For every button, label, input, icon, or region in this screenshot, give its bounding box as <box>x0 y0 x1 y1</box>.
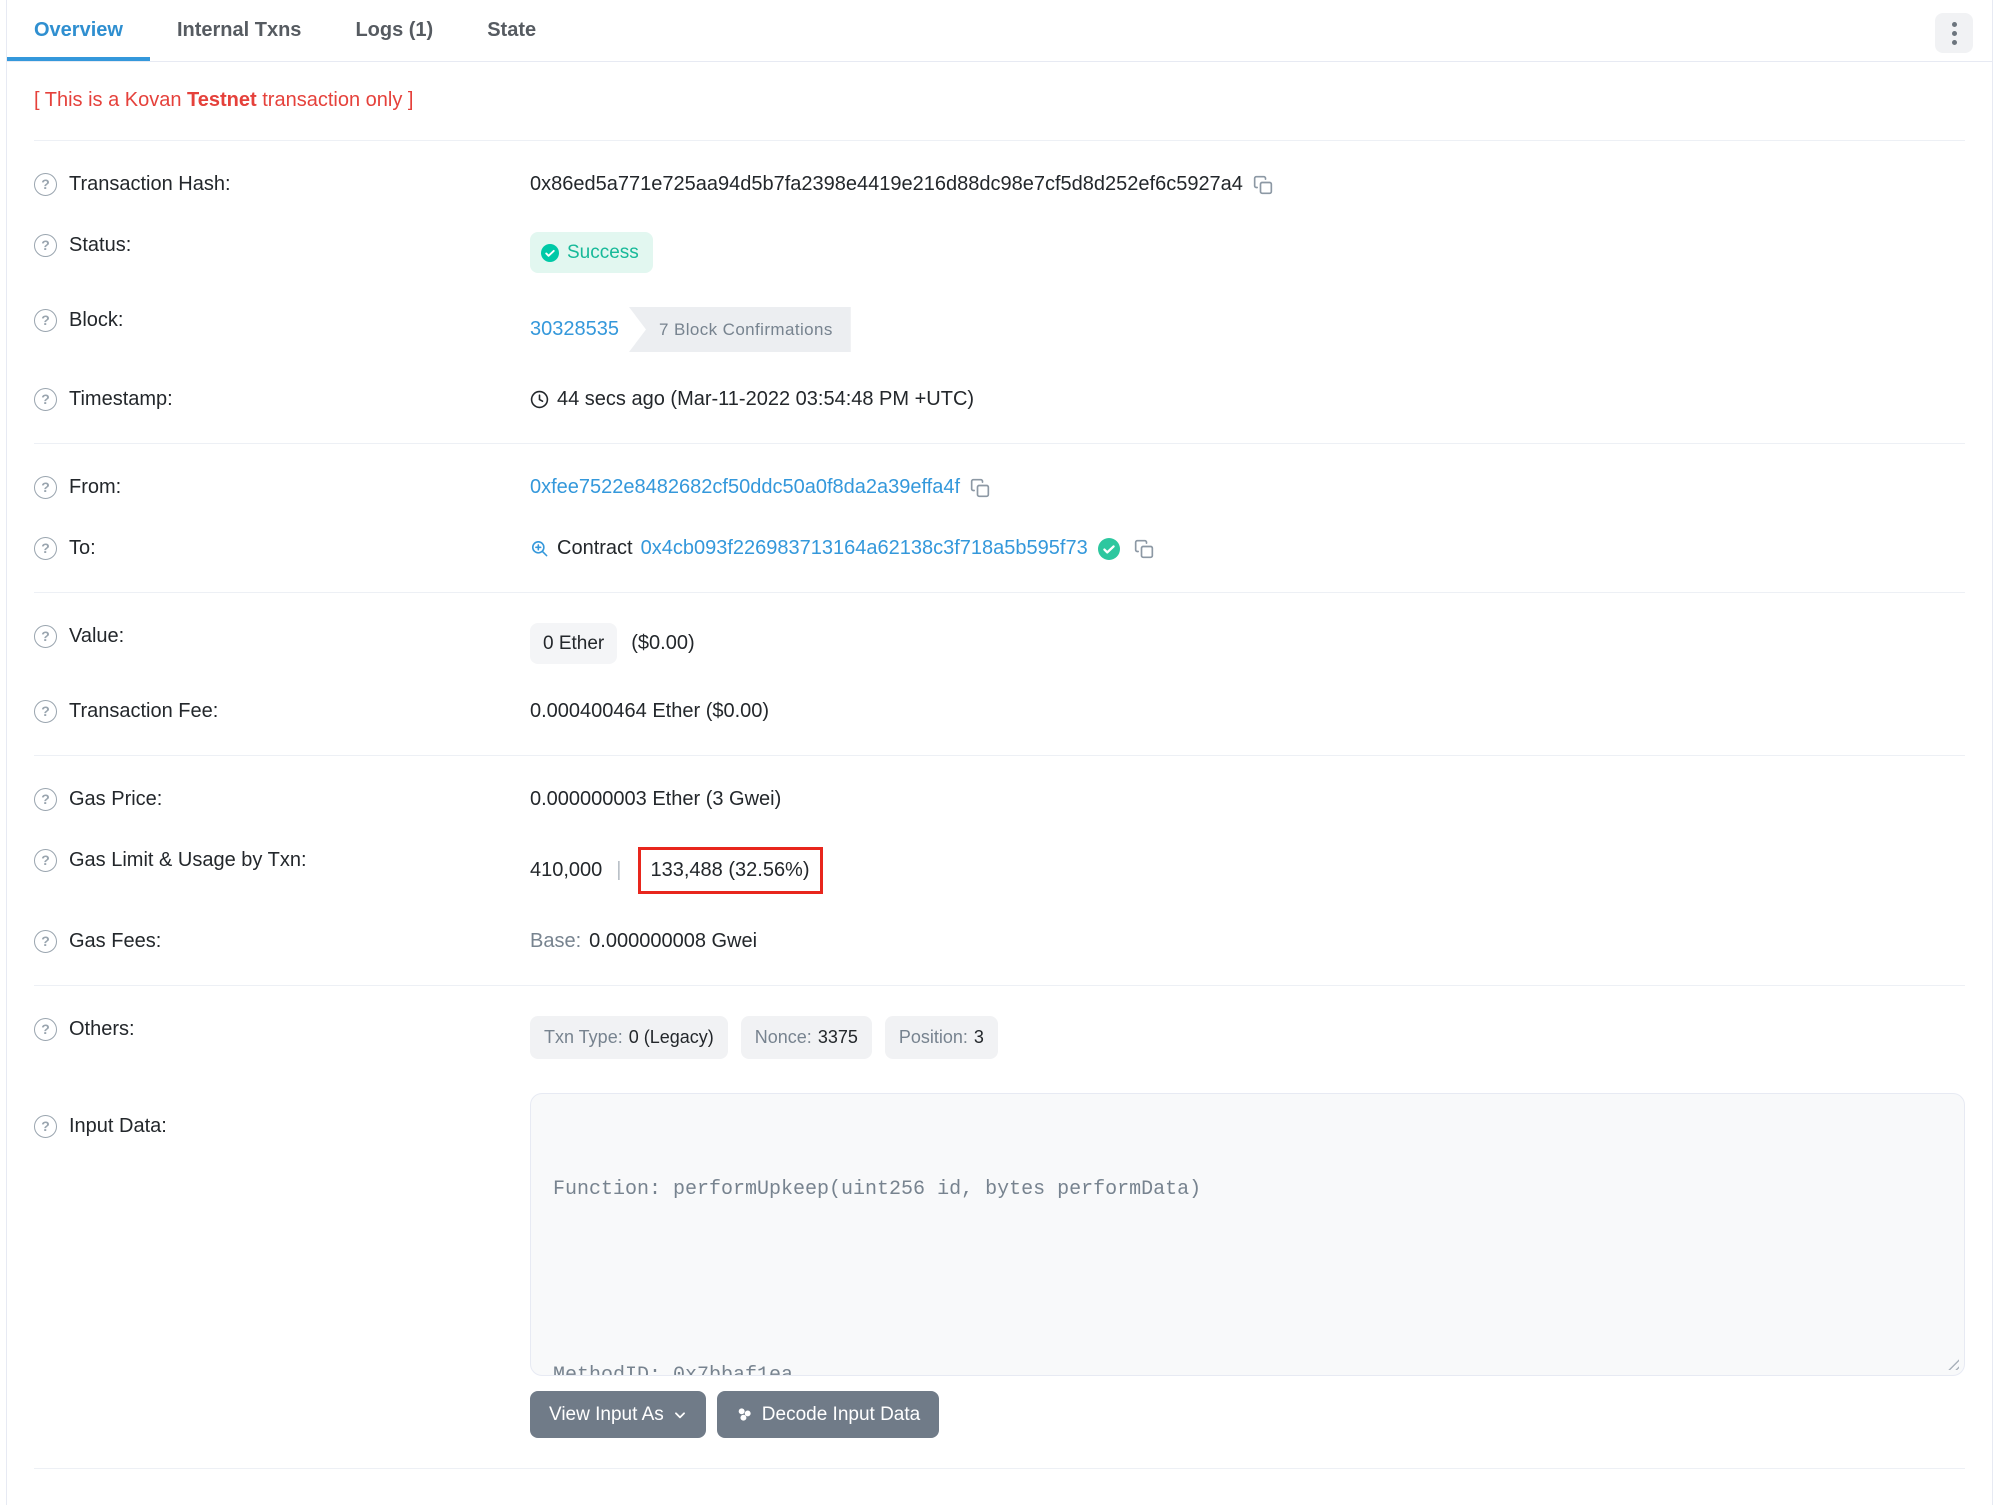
status-badge: Success <box>530 232 653 273</box>
copy-from-button[interactable] <box>970 478 990 498</box>
block-number-link[interactable]: 30328535 <box>530 316 619 343</box>
input-data-box[interactable]: Function: performUpkeep(uint256 id, byte… <box>530 1093 1965 1376</box>
row-gas-price: ? Gas Price: 0.000000003 Ether (3 Gwei) <box>34 769 1965 830</box>
tab-internal-txns[interactable]: Internal Txns <box>150 0 328 61</box>
gas-price-value: 0.000000003 Ether (3 Gwei) <box>530 788 782 810</box>
more-options-button[interactable] <box>1935 13 1973 53</box>
row-label-text: From: <box>69 476 122 498</box>
view-input-as-button[interactable]: View Input As <box>530 1391 706 1438</box>
row-label-text: Gas Limit & Usage by Txn: <box>69 849 307 871</box>
check-circle-icon <box>541 243 559 262</box>
chevron-down-icon <box>674 1411 685 1418</box>
tab-logs[interactable]: Logs (1) <box>328 0 460 61</box>
row-status: ? Status: Success <box>34 215 1965 290</box>
block-confirmations-badge: 7 Block Confirmations <box>628 307 851 352</box>
bottom-padding <box>7 1469 1992 1505</box>
from-address-link[interactable]: 0xfee7522e8482682cf50ddc50a0f8da2a39effa… <box>530 474 960 501</box>
help-icon[interactable]: ? <box>34 309 57 332</box>
timestamp-value: 44 secs ago (Mar-11-2022 03:54:48 PM +UT… <box>557 388 975 410</box>
row-label-text: Block: <box>69 309 124 331</box>
help-icon[interactable]: ? <box>34 173 57 196</box>
row-to: ? To: Contract 0x4cb093f226983713164a621… <box>34 518 1965 579</box>
copy-icon <box>1253 175 1273 194</box>
help-icon[interactable]: ? <box>34 476 57 499</box>
tab-bar: Overview Internal Txns Logs (1) State <box>7 0 1992 62</box>
section-gas: ? Gas Price: 0.000000003 Ether (3 Gwei) … <box>7 756 1992 985</box>
gas-usage-highlight-box: 133,488 (32.56%) <box>637 847 823 894</box>
section-value: ? Value: 0 Ether ($0.00) ? Transaction F… <box>7 593 1992 755</box>
kebab-vertical-icon <box>1951 21 1957 27</box>
row-label-text: Timestamp: <box>69 388 173 410</box>
input-methodid-line: MethodID: 0x7bbaf1ea <box>553 1364 794 1376</box>
zoom-in-icon[interactable] <box>530 539 549 558</box>
row-label-text: Input Data: <box>69 1115 167 1137</box>
transaction-detail-card: Overview Internal Txns Logs (1) State [ … <box>6 0 1993 1505</box>
row-gas-limit-usage: ? Gas Limit & Usage by Txn: 410,000 | 13… <box>34 830 1965 911</box>
usd-value: ($0.00) <box>631 632 695 654</box>
row-block: ? Block: 30328535 7 Block Confirmations <box>34 290 1965 369</box>
row-from: ? From: 0xfee7522e8482682cf50ddc50a0f8da… <box>34 457 1965 518</box>
copy-icon <box>1134 539 1153 558</box>
verified-check-icon <box>1097 537 1120 560</box>
transaction-hash-value: 0x86ed5a771e725aa94d5b7fa2398e4419e216d8… <box>530 173 1243 195</box>
row-label-text: Others: <box>69 1018 135 1040</box>
resize-grip[interactable] <box>1944 1355 1959 1370</box>
txn-type-badge: Txn Type: 0 (Legacy) <box>530 1016 728 1059</box>
gas-base-label: Base: <box>530 930 582 952</box>
row-label-text: Transaction Hash: <box>69 173 231 195</box>
gas-separator: | <box>616 859 622 881</box>
copy-txhash-button[interactable] <box>1253 175 1273 195</box>
gas-usage-value: 133,488 (32.56%) <box>650 859 810 881</box>
row-label-text: Value: <box>69 625 125 647</box>
clock-icon <box>530 390 549 409</box>
help-icon[interactable]: ? <box>34 849 57 872</box>
to-contract-word: Contract <box>557 537 633 559</box>
testnet-notice: [ This is a Kovan Testnet transaction on… <box>7 62 1992 140</box>
row-label-text: Status: <box>69 234 132 256</box>
nonce-badge: Nonce: 3375 <box>740 1016 872 1059</box>
input-function-line: Function: performUpkeep(uint256 id, byte… <box>553 1178 1202 1201</box>
gas-base-value: 0.000000008 Gwei <box>589 930 758 952</box>
row-transaction-hash: ? Transaction Hash: 0x86ed5a771e725aa94d… <box>34 154 1965 215</box>
status-text: Success <box>567 242 639 263</box>
row-label-text: Gas Price: <box>69 788 163 810</box>
help-icon[interactable]: ? <box>34 388 57 411</box>
row-timestamp: ? Timestamp: 44 secs ago (Mar-11-2022 03… <box>34 369 1965 430</box>
row-gas-fees: ? Gas Fees: Base: 0.000000008 Gwei <box>34 911 1965 972</box>
row-label-text: Gas Fees: <box>69 930 162 952</box>
row-others: ? Others: Txn Type: 0 (Legacy) Nonce: 33… <box>34 999 1965 1076</box>
row-transaction-fee: ? Transaction Fee: 0.000400464 Ether ($0… <box>34 681 1965 742</box>
position-badge: Position: 3 <box>884 1016 998 1059</box>
notice-suffix: transaction only ] <box>256 89 414 111</box>
tab-overview[interactable]: Overview <box>7 0 150 61</box>
help-icon[interactable]: ? <box>34 930 57 953</box>
row-label-text: To: <box>69 537 96 559</box>
copy-to-button[interactable] <box>1134 539 1154 559</box>
section-summary: ? Transaction Hash: 0x86ed5a771e725aa94d… <box>7 141 1992 443</box>
help-icon[interactable]: ? <box>34 700 57 723</box>
notice-prefix: [ This is a Kovan <box>34 89 188 111</box>
gas-limit-value: 410,000 <box>530 859 603 881</box>
tab-state[interactable]: State <box>460 0 563 61</box>
row-input-data: ? Input Data: Function: performUpkeep(ui… <box>34 1076 1965 1455</box>
help-icon[interactable]: ? <box>34 625 57 648</box>
ether-value-badge: 0 Ether <box>530 623 618 664</box>
decode-cluster-icon <box>738 1408 751 1421</box>
notice-bold: Testnet <box>187 89 257 111</box>
decode-input-data-button[interactable]: Decode Input Data <box>716 1391 940 1438</box>
section-addresses: ? From: 0xfee7522e8482682cf50ddc50a0f8da… <box>7 444 1992 592</box>
row-label-text: Transaction Fee: <box>69 700 219 722</box>
help-icon[interactable]: ? <box>34 537 57 560</box>
transaction-fee-value: 0.000400464 Ether ($0.00) <box>530 700 770 722</box>
row-value: ? Value: 0 Ether ($0.00) <box>34 606 1965 681</box>
help-icon[interactable]: ? <box>34 1115 57 1138</box>
copy-icon <box>970 478 990 497</box>
help-icon[interactable]: ? <box>34 234 57 257</box>
help-icon[interactable]: ? <box>34 1018 57 1041</box>
to-address-link[interactable]: 0x4cb093f226983713164a62138c3f718a5b595f… <box>641 535 1088 562</box>
section-others-input: ? Others: Txn Type: 0 (Legacy) Nonce: 33… <box>7 986 1992 1468</box>
help-icon[interactable]: ? <box>34 788 57 811</box>
